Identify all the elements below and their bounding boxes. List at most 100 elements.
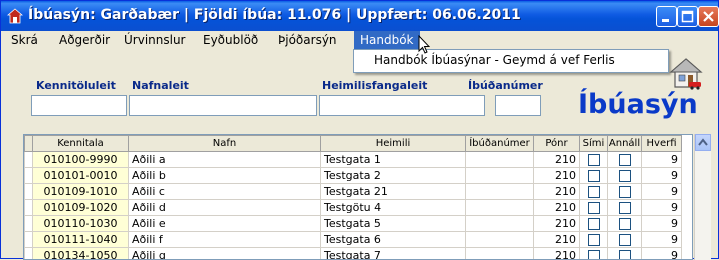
cell-hverfi: 9 <box>642 232 682 248</box>
cell-kennitala: 010100-9990 <box>33 152 129 168</box>
address-search-input[interactable] <box>319 95 485 116</box>
cell-hverfi: 9 <box>642 216 682 232</box>
scroll-up-button[interactable] <box>695 134 711 151</box>
cell-simi <box>580 152 608 168</box>
residents-table: Kennitala Nafn Heimili Íbúðanúmer Pónr S… <box>23 134 693 260</box>
simi-checkbox[interactable] <box>588 218 600 230</box>
cell-hverfi: 9 <box>642 168 682 184</box>
col-header-ponr[interactable]: Pónr <box>534 136 580 152</box>
cell-ponr: 210 <box>534 232 580 248</box>
table-row[interactable]: 010110-1030 Aðili e Testgata 5 210 9 <box>25 216 682 232</box>
table-row[interactable]: 010109-1010 Aðili c Testgata 21 210 9 <box>25 184 682 200</box>
annall-checkbox[interactable] <box>619 218 631 230</box>
cell-simi <box>580 248 608 260</box>
col-header-heimili[interactable]: Heimili <box>321 136 466 152</box>
brand-title: Íbúasýn <box>578 89 698 120</box>
kennitala-search-input[interactable] <box>31 95 127 116</box>
cell-kennitala: 010109-1020 <box>33 200 129 216</box>
annall-checkbox[interactable] <box>619 234 631 246</box>
cell-nafn: Aðili c <box>129 184 321 200</box>
cell-hverfi: 9 <box>642 184 682 200</box>
cell-heimili: Testgötu 4 <box>321 200 466 216</box>
cell-nafn: Aðili a <box>129 152 321 168</box>
menu-urvinnslur[interactable]: Úrvinnslur <box>118 31 192 49</box>
cell-nafn: Aðili g <box>129 248 321 260</box>
residents-grid: Kennitala Nafn Heimili Íbúðanúmer Pónr S… <box>24 135 682 260</box>
row-selector[interactable] <box>25 232 33 248</box>
menu-eydublod[interactable]: Eyðublöð <box>197 31 264 49</box>
simi-checkbox[interactable] <box>588 234 600 246</box>
table-header-row: Kennitala Nafn Heimili Íbúðanúmer Pónr S… <box>25 136 682 152</box>
mouse-cursor-icon <box>418 35 430 55</box>
simi-checkbox[interactable] <box>588 170 600 182</box>
cell-ponr: 210 <box>534 216 580 232</box>
table-row[interactable]: 010100-9990 Aðili a Testgata 1 210 9 <box>25 152 682 168</box>
simi-checkbox[interactable] <box>588 202 600 214</box>
annall-checkbox[interactable] <box>619 154 631 166</box>
minimize-button[interactable] <box>656 6 677 27</box>
table-row[interactable]: 010134-1050 Aðili g Testgata 7 210 9 <box>25 248 682 260</box>
table-row[interactable]: 010111-1040 Aðili f Testgata 6 210 9 <box>25 232 682 248</box>
cell-kennitala: 010101-0010 <box>33 168 129 184</box>
menu-handbok[interactable]: Handbók <box>354 31 420 49</box>
cell-ibudanumer <box>466 200 534 216</box>
cell-nafn: Aðili f <box>129 232 321 248</box>
cell-ponr: 210 <box>534 200 580 216</box>
cell-annall <box>608 216 642 232</box>
col-header-kennitala[interactable]: Kennitala <box>33 136 129 152</box>
cell-nafn: Aðili b <box>129 168 321 184</box>
row-selector-header <box>25 136 33 152</box>
main-window: Íbúasýn: Garðabær | Fjöldi íbúa: 11.076 … <box>0 0 719 259</box>
maximize-button[interactable] <box>677 6 698 27</box>
col-header-nafn[interactable]: Nafn <box>129 136 321 152</box>
table-row[interactable]: 010101-0010 Aðili b Testgata 2 210 9 <box>25 168 682 184</box>
simi-checkbox[interactable] <box>588 186 600 198</box>
name-search-label: Nafnaleit <box>132 79 189 92</box>
kennitala-search-label: Kennitöluleit <box>36 79 116 92</box>
window-title: Íbúasýn: Garðabær | Fjöldi íbúa: 11.076 … <box>28 7 521 23</box>
menu-thjodarsyn[interactable]: Þjóðarsýn <box>272 31 343 49</box>
cell-ponr: 210 <box>534 152 580 168</box>
menu-adgerdir[interactable]: Aðgerðir <box>53 31 116 49</box>
annall-checkbox[interactable] <box>619 186 631 198</box>
handbok-dropdown: Handbók Íbúasýnar - Geymd á vef Ferlis <box>353 49 669 73</box>
col-header-hverfi[interactable]: Hverfi <box>642 136 682 152</box>
simi-checkbox[interactable] <box>588 154 600 166</box>
cell-simi <box>580 184 608 200</box>
annall-checkbox[interactable] <box>619 202 631 214</box>
cell-hverfi: 9 <box>642 248 682 260</box>
annall-checkbox[interactable] <box>619 170 631 182</box>
cell-annall <box>608 200 642 216</box>
table-row[interactable]: 010109-1020 Aðili d Testgötu 4 210 9 <box>25 200 682 216</box>
col-header-annall[interactable]: Annáll <box>608 136 642 152</box>
row-selector[interactable] <box>25 152 33 168</box>
row-selector[interactable] <box>25 200 33 216</box>
apartment-search-input[interactable] <box>495 95 541 116</box>
cell-simi <box>580 232 608 248</box>
cell-ibudanumer <box>466 184 534 200</box>
col-header-simi[interactable]: Sími <box>580 136 608 152</box>
col-header-ibudanumer[interactable]: Íbúðanúmer <box>466 136 534 152</box>
cell-ponr: 210 <box>534 184 580 200</box>
menu-skra[interactable]: Skrá <box>5 31 44 49</box>
title-bar[interactable]: Íbúasýn: Garðabær | Fjöldi íbúa: 11.076 … <box>1 1 718 31</box>
menu-bar: Skrá Aðgerðir Úrvinnslur Eyðublöð Þjóðar… <box>1 31 718 49</box>
row-selector[interactable] <box>25 248 33 260</box>
cell-ibudanumer <box>466 232 534 248</box>
row-selector[interactable] <box>25 168 33 184</box>
vertical-scrollbar[interactable] <box>694 134 711 260</box>
cell-annall <box>608 232 642 248</box>
cell-ibudanumer <box>466 168 534 184</box>
close-button[interactable] <box>698 6 719 27</box>
row-selector[interactable] <box>25 216 33 232</box>
app-icon <box>7 8 23 24</box>
cell-annall <box>608 184 642 200</box>
name-search-input[interactable] <box>129 95 317 116</box>
dropdown-item-handbok[interactable]: Handbók Íbúasýnar - Geymd á vef Ferlis <box>374 53 615 67</box>
row-selector[interactable] <box>25 184 33 200</box>
arrow-up-icon <box>696 135 710 150</box>
cell-kennitala: 010109-1010 <box>33 184 129 200</box>
address-search-label: Heimilisfangaleit <box>322 79 427 92</box>
minimize-icon <box>657 7 676 26</box>
cell-heimili: Testgata 5 <box>321 216 466 232</box>
